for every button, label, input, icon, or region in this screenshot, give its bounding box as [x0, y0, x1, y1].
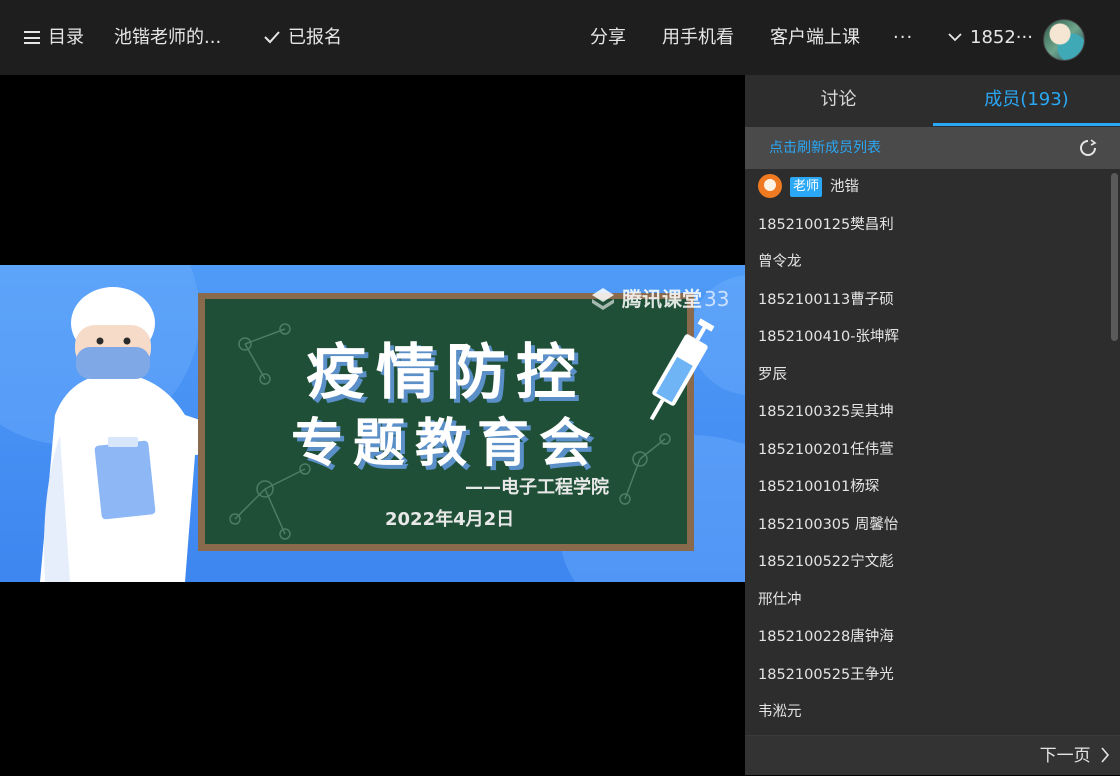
side-panel: 讨论 成员(193) 点击刷新成员列表 老师 池锴 1852100125樊昌利 曾… — [745, 75, 1120, 775]
next-page-button[interactable]: 下一页 — [1040, 736, 1110, 776]
watermark-suffix: 33 — [704, 287, 730, 311]
list-item-teacher[interactable]: 老师 池锴 — [745, 169, 1108, 207]
list-item[interactable]: 邢仕冲 — [745, 582, 1108, 620]
list-item[interactable]: 1852100305 周馨怡 — [745, 507, 1108, 545]
menu-icon — [24, 31, 40, 44]
more-button[interactable]: ··· — [893, 0, 913, 75]
member-name: 池锴 — [830, 179, 860, 195]
tab-discussion[interactable]: 讨论 — [745, 75, 932, 125]
list-item[interactable]: 1852100125樊昌利 — [745, 207, 1108, 245]
list-item[interactable]: 1852100522宁文彪 — [745, 544, 1108, 582]
watermark-text: 腾讯课堂 — [622, 287, 702, 311]
member-list-scrollbar[interactable] — [1109, 169, 1120, 735]
list-item[interactable]: 1852100228唐钟海 — [745, 619, 1108, 657]
chevron-down-icon — [948, 33, 962, 42]
slide-title-line1: 疫情防控 — [306, 338, 586, 408]
course-title[interactable]: 池锴老师的... — [114, 0, 221, 75]
list-item[interactable]: 1852100101杨琛 — [745, 469, 1108, 507]
refresh-bar: 点击刷新成员列表 — [745, 127, 1120, 169]
list-item[interactable]: 1852100410-张坤辉 — [745, 319, 1108, 357]
next-page-label: 下一页 — [1039, 746, 1091, 766]
syringe-illustration — [649, 318, 715, 421]
share-button[interactable]: 分享 — [590, 0, 626, 75]
catalog-label: 目录 — [48, 27, 84, 48]
video-player[interactable]: 疫情防控 专题教育会 ——电子工程学院 2022年4月2日 腾讯课堂 33 — [0, 75, 745, 774]
user-avatar[interactable] — [1043, 19, 1085, 61]
tencent-classroom-logo-icon — [592, 288, 614, 310]
tencent-classroom-watermark: 腾讯课堂 33 — [590, 283, 729, 312]
refresh-members-link[interactable]: 点击刷新成员列表 — [769, 127, 881, 169]
enrolled-status: 已报名 — [264, 0, 342, 75]
slide-department: ——电子工程学院 — [465, 477, 609, 498]
panel-tabs: 讨论 成员(193) — [745, 75, 1120, 128]
mobile-view-button[interactable]: 用手机看 — [662, 0, 734, 75]
list-item[interactable]: 1852100525王争光 — [745, 657, 1108, 695]
list-item[interactable]: 1852100201任伟萱 — [745, 432, 1108, 470]
blackboard: 疫情防控 专题教育会 ——电子工程学院 2022年4月2日 — [198, 293, 694, 551]
check-icon — [264, 31, 280, 44]
refresh-icon[interactable] — [1079, 139, 1097, 157]
lecture-slide: 疫情防控 专题教育会 ——电子工程学院 2022年4月2日 腾讯课堂 33 — [0, 265, 745, 582]
enrolled-label: 已报名 — [288, 27, 342, 48]
user-name: 1852··· — [970, 27, 1033, 48]
list-item[interactable]: 罗辰 — [745, 357, 1108, 395]
teacher-avatar — [758, 174, 782, 198]
tab-members[interactable]: 成员(193) — [933, 75, 1120, 125]
list-item[interactable]: 曾令龙 — [745, 244, 1108, 282]
slide-date: 2022年4月2日 — [385, 509, 515, 530]
chevron-right-icon — [1101, 747, 1110, 763]
client-class-button[interactable]: 客户端上课 — [770, 0, 860, 75]
user-menu[interactable]: 1852··· — [948, 0, 1033, 75]
pager: 下一页 — [745, 735, 1120, 775]
list-item[interactable]: 韦淞元 — [745, 694, 1108, 732]
member-list: 老师 池锴 1852100125樊昌利 曾令龙 1852100113曹子硕 185… — [745, 169, 1108, 735]
active-tab-indicator — [933, 123, 1120, 126]
slide-title-line2: 专题教育会 — [290, 414, 601, 474]
teacher-badge: 老师 — [790, 177, 823, 197]
scrollbar-thumb[interactable] — [1111, 173, 1118, 341]
catalog-button[interactable]: 目录 — [24, 0, 84, 75]
list-item[interactable]: 1852100325吴其坤 — [745, 394, 1108, 432]
list-item[interactable]: 1852100113曹子硕 — [745, 282, 1108, 320]
top-bar: 目录 池锴老师的... 已报名 分享 用手机看 客户端上课 ··· 1852··… — [0, 0, 1120, 75]
